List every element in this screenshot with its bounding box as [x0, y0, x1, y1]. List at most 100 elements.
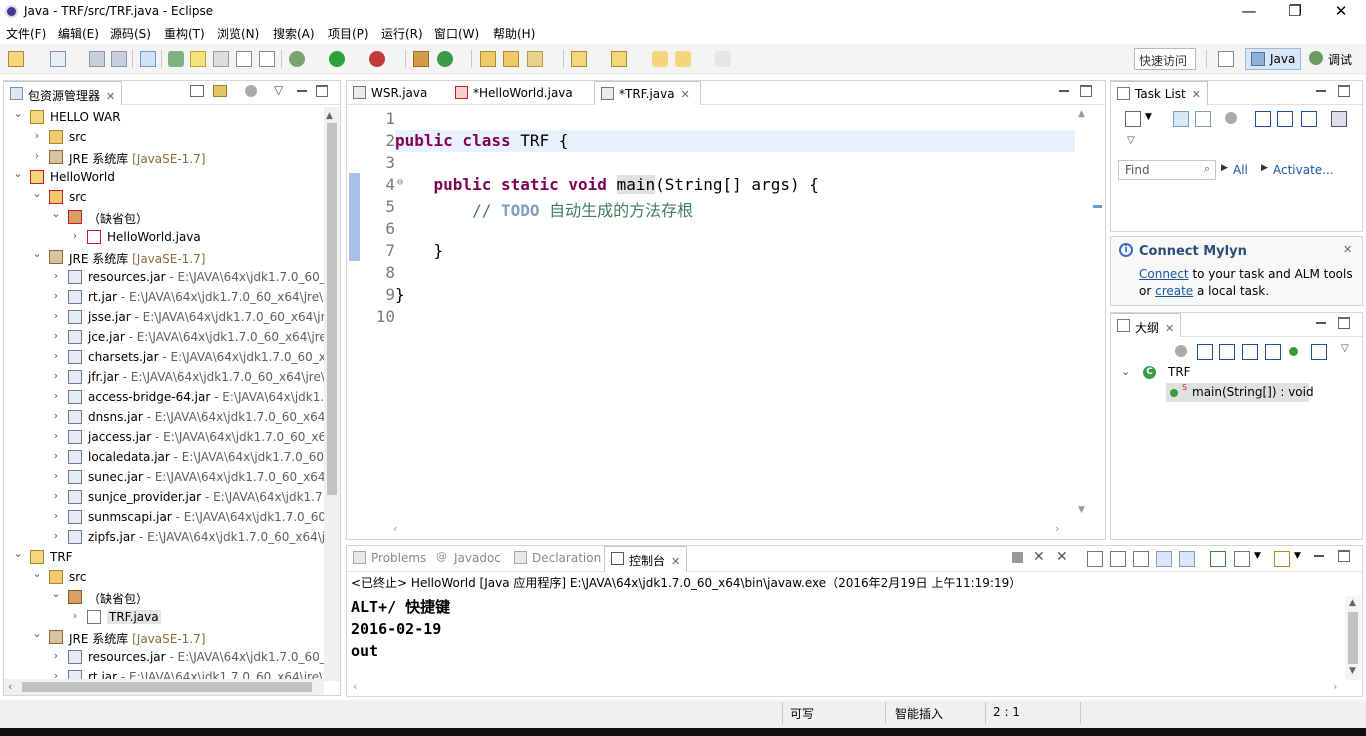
hide-static-icon[interactable] — [1265, 344, 1281, 360]
close-tab-icon[interactable]: ✕ — [671, 555, 680, 568]
maximize-editor-icon[interactable] — [1080, 85, 1092, 97]
remove-launch-icon[interactable]: ✕ — [1033, 549, 1045, 565]
menu-edit[interactable]: 编辑(E) — [58, 25, 99, 42]
menu-source[interactable]: 源码(S) — [110, 25, 151, 42]
close-tab-icon[interactable]: ✕ — [1165, 322, 1174, 335]
tree-item[interactable]: › HelloWorld.java — [4, 227, 324, 247]
new-project-icon[interactable] — [50, 51, 66, 67]
maximize-view-icon[interactable] — [1338, 317, 1350, 329]
chevron-down-icon[interactable]: ⌄ — [31, 627, 43, 640]
maximize-view-icon[interactable] — [316, 85, 328, 97]
close-icon[interactable]: ✕ — [1343, 243, 1352, 256]
terminate-icon[interactable] — [1012, 552, 1023, 563]
tree-item[interactable]: › zipfs.jar - E:\JAVA\64x\jdk1.7.0_60_x64… — [4, 527, 324, 547]
tree-item[interactable]: › sunjce_provider.jar - E:\JAVA\64x\jdk1.… — [4, 487, 324, 507]
tree-item[interactable]: › sunec.jar - E:\JAVA\64x\jdk1.7.0_60_x64… — [4, 467, 324, 487]
forward-icon[interactable] — [715, 51, 731, 67]
scroll-up-icon[interactable]: ▲ — [326, 111, 333, 121]
tree-hscroll-thumb[interactable] — [22, 682, 312, 692]
tree-item[interactable]: ⌄ src — [4, 187, 324, 207]
tree-item[interactable]: ⌄ TRF — [4, 547, 324, 567]
tree-item[interactable]: ⌄ src — [4, 567, 324, 587]
prev-edit-icon[interactable] — [611, 51, 627, 67]
run-external-icon[interactable] — [369, 51, 385, 67]
scroll-left-icon[interactable]: ‹ — [393, 522, 397, 535]
pin-console-icon[interactable] — [1210, 551, 1226, 567]
minimize-view-icon[interactable] — [1314, 555, 1324, 557]
console-vscroll-thumb[interactable] — [1348, 612, 1358, 664]
save-all-icon[interactable] — [111, 51, 127, 67]
word-wrap-icon[interactable] — [1133, 551, 1149, 567]
tree-item[interactable]: › resources.jar - E:\JAVA\64x\jdk1.7.0_60… — [4, 647, 324, 667]
new-class-icon[interactable] — [437, 51, 453, 67]
show-whitespace-icon[interactable] — [213, 51, 229, 67]
tree-item[interactable]: ⌄ JRE 系统库 [JavaSE-1.7] — [4, 627, 324, 647]
hide-nonpublic-icon[interactable] — [1289, 347, 1298, 356]
chevron-down-icon[interactable]: ⌄ — [31, 567, 43, 580]
chevron-right-icon[interactable]: › — [50, 289, 62, 302]
chevron-right-icon[interactable]: › — [31, 129, 43, 142]
new-package-icon[interactable] — [413, 51, 429, 67]
perspective-java-button[interactable]: Java — [1245, 48, 1301, 70]
tree-hscroll[interactable]: ‹ — [4, 679, 324, 695]
clear-console-icon[interactable] — [1087, 551, 1103, 567]
close-tab-icon[interactable]: ✕ — [681, 88, 690, 101]
scroll-left-icon[interactable]: ‹ — [8, 680, 12, 693]
tab-trf-java[interactable]: *TRF.java ✕ — [594, 81, 701, 105]
chevron-right-icon[interactable]: › — [50, 269, 62, 282]
view-menu-filter-icon[interactable] — [245, 85, 257, 97]
chevron-right-icon[interactable]: › — [50, 469, 62, 482]
tab-helloworld-java[interactable]: *HelloWorld.java — [449, 81, 579, 105]
close-button[interactable]: ✕ — [1326, 2, 1356, 20]
chevron-right-icon[interactable]: › — [50, 529, 62, 542]
chevron-right-icon[interactable]: › — [50, 329, 62, 342]
tree-item[interactable]: › sunmscapi.jar - E:\JAVA\64x\jdk1.7.0_60… — [4, 507, 324, 527]
chevron-right-icon[interactable]: › — [50, 509, 62, 522]
save-icon[interactable] — [89, 51, 105, 67]
scheduled-icon[interactable] — [1195, 111, 1211, 127]
chevron-right-icon[interactable]: › — [50, 369, 62, 382]
tree-item[interactable]: › dnsns.jar - E:\JAVA\64x\jdk1.7.0_60_x64… — [4, 407, 324, 427]
quick-access-input[interactable]: 快速访问 — [1134, 48, 1196, 70]
tree-item[interactable]: › access-bridge-64.jar - E:\JAVA\64x\jdk1… — [4, 387, 324, 407]
scroll-down-icon[interactable]: ▼ — [1078, 505, 1085, 515]
tree-item[interactable]: › jaccess.jar - E:\JAVA\64x\jdk1.7.0_60_x… — [4, 427, 324, 447]
chevron-down-icon[interactable]: ⌄ — [12, 167, 24, 180]
minimize-view-icon[interactable] — [1316, 90, 1326, 92]
tree-item[interactable]: › jfr.jar - E:\JAVA\64x\jdk1.7.0_60_x64\j… — [4, 367, 324, 387]
tree-item[interactable]: › TRF.java — [4, 607, 324, 627]
tab-problems[interactable]: Problems — [347, 546, 432, 570]
activate-link[interactable]: Activate... — [1273, 163, 1334, 177]
scroll-right-icon[interactable]: › — [1055, 522, 1059, 535]
open-type-icon[interactable] — [480, 51, 496, 67]
tab-declaration[interactable]: Declaration — [508, 546, 607, 570]
next-edit-icon[interactable] — [571, 51, 587, 67]
dropdown-icon[interactable]: ▼ — [1294, 551, 1301, 561]
tab-console[interactable]: 控制台 ✕ — [604, 546, 688, 572]
tab-wsr-java[interactable]: WSR.java — [347, 81, 433, 105]
code-editor[interactable]: 1 2 3 4 5 6 7 8 9 10 ⊖ public class TRF … — [361, 107, 1075, 521]
menu-window[interactable]: 窗口(W) — [434, 25, 479, 42]
show-source-icon[interactable] — [259, 51, 275, 67]
display-console-icon[interactable] — [1234, 551, 1250, 567]
minimize-button[interactable]: — — [1234, 2, 1264, 20]
view-menu-icon[interactable]: ▽ — [274, 83, 283, 97]
link-with-editor-icon[interactable] — [213, 85, 227, 97]
tree-item[interactable]: › charsets.jar - E:\JAVA\64x\jdk1.7.0_60_… — [4, 347, 324, 367]
restore-button[interactable]: ❐ — [1280, 2, 1310, 20]
minimize-view-icon[interactable] — [297, 90, 307, 92]
dropdown-icon[interactable]: ▼ — [1254, 551, 1261, 561]
close-tab-icon[interactable]: ✕ — [106, 90, 115, 103]
connect-link[interactable]: Connect — [1139, 267, 1189, 281]
view-menu-icon[interactable]: ▽ — [1341, 343, 1349, 354]
todo-marker[interactable] — [1093, 205, 1102, 208]
maximize-view-icon[interactable] — [1338, 85, 1350, 97]
tree-item[interactable]: ⌄ HelloWorld — [4, 167, 324, 187]
new-icon[interactable] — [8, 51, 24, 67]
editor-vscroll[interactable]: ▲ ▼ — [1075, 107, 1091, 521]
scroll-lock-icon[interactable] — [1110, 551, 1126, 567]
console-output[interactable]: ALT+/ 快捷键 2016-02-19 out — [351, 596, 1341, 680]
last-edit-icon[interactable] — [652, 51, 668, 67]
open-task-icon[interactable] — [503, 51, 519, 67]
filter-icon[interactable] — [1225, 112, 1237, 124]
